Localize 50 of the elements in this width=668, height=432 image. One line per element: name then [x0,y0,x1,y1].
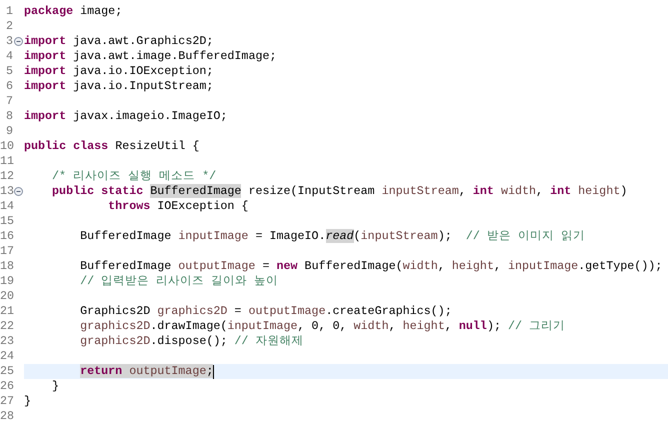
code-line: public class ResizeUtil { [24,139,200,154]
line-number: 23 [0,334,13,349]
code-line: /* 리사이즈 실행 메소드 */ [52,169,216,184]
line-number: 1 [4,4,13,19]
line-number: 5 [4,64,13,79]
code-line: graphics2D.drawImage(inputImage, 0, 0, width, height, null); // 그리기 [80,319,566,334]
code-line: BufferedImage outputImage = new BufferedImage(width, height, inputImage.getType()); [80,259,662,274]
line-number: 19 [0,274,13,289]
code-line: Graphics2D graphics2D = outputImage.createGraphics(); [80,304,452,319]
line-number: 16 [0,229,13,244]
line-number: 18 [0,259,13,274]
line-number: 2 [4,19,13,34]
code-line: graphics2D.dispose(); // 자원해제 [80,334,304,349]
line-number: 15 [0,214,13,229]
code-line: import java.io.IOException; [24,64,214,79]
collapse-icon[interactable] [14,37,23,46]
line-number: 12 [0,169,13,184]
line-number: 10 [0,139,13,154]
line-number: 6 [4,79,13,94]
code-line: return outputImage; [80,364,214,379]
code-line: BufferedImage inputImage = ImageIO.read(inputStream); // 받은 이미지 읽기 [80,229,585,244]
code-line: } [52,379,60,394]
line-number: 14 [0,199,13,214]
line-number: 25 [0,364,13,379]
line-number: 21 [0,304,13,319]
code-line: import java.io.InputStream; [24,79,214,94]
code-line: import java.awt.image.BufferedImage; [24,49,277,64]
line-number: 22 [0,319,13,334]
line-number: 17 [0,244,13,259]
code-line: package image; [24,4,122,19]
code-line: throws IOException { [108,199,248,214]
text-cursor [213,364,214,378]
line-number: 8 [4,109,13,124]
line-number: 28 [0,409,13,424]
line-number: 9 [4,124,13,139]
line-number: 27 [0,394,13,409]
code-line: public static BufferedImage resize(InputStream inputStream, int width, int height) [52,184,628,199]
code-line: import java.awt.Graphics2D; [24,34,214,49]
code-line: // 입력받은 리사이즈 길이와 높이 [80,274,278,289]
line-number: 4 [4,49,13,64]
collapse-icon[interactable] [14,187,23,196]
line-number: 13 [0,184,13,199]
line-number: 11 [0,154,13,169]
code-line: } [24,394,32,409]
line-number: 24 [0,349,13,364]
line-number: 26 [0,379,13,394]
line-number: 3 [4,34,13,49]
code-line: import javax.imageio.ImageIO; [24,109,228,124]
line-number: 20 [0,289,13,304]
line-number: 7 [4,94,13,109]
